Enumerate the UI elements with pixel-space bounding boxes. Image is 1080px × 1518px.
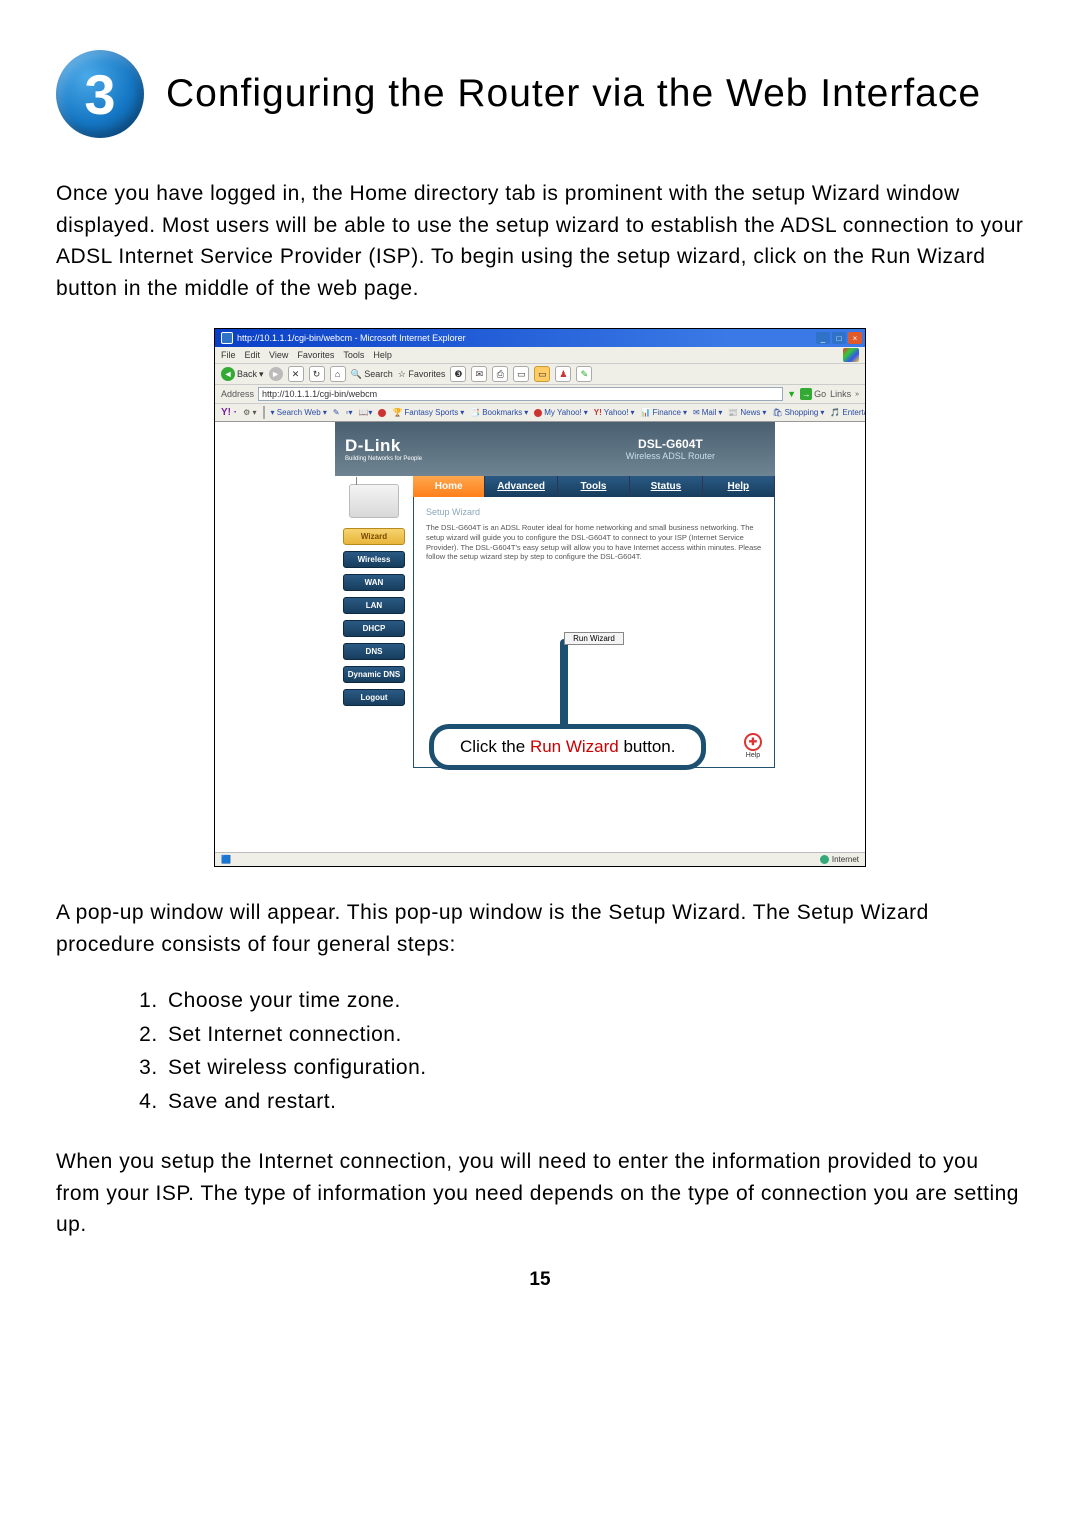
sidebar-item-wan[interactable]: WAN bbox=[343, 574, 405, 591]
after-screenshot-paragraph: A pop-up window will appear. This pop-up… bbox=[56, 897, 1024, 960]
wizard-title: Setup Wizard bbox=[426, 507, 762, 517]
help-link[interactable]: ✚ Help bbox=[744, 733, 762, 759]
ie-menubar: File Edit View Favorites Tools Help bbox=[215, 347, 865, 364]
status-left: 🟦 bbox=[221, 855, 231, 864]
heading-text: Configuring the Router via the Web Inter… bbox=[166, 71, 981, 118]
search-button[interactable]: 🔍 Search bbox=[351, 369, 393, 380]
yahoo-pencil-icon[interactable]: ✎ bbox=[333, 408, 340, 417]
step-2: Set Internet connection. bbox=[164, 1018, 1024, 1052]
browser-screenshot: http://10.1.1.1/cgi-bin/webcm - Microsof… bbox=[214, 328, 866, 867]
favorites-button[interactable]: ☆ Favorites bbox=[398, 369, 446, 380]
page-number: 15 bbox=[56, 1269, 1024, 1291]
tab-advanced[interactable]: Advanced bbox=[485, 476, 557, 497]
callout-connector bbox=[560, 639, 568, 729]
device-image-icon bbox=[349, 484, 399, 518]
sidebar-item-dns[interactable]: DNS bbox=[343, 643, 405, 660]
edit-icon[interactable]: ▭ bbox=[513, 366, 529, 382]
yahoo-search-button[interactable]: ▾ Search Web ▾ bbox=[271, 408, 327, 417]
router-model: DSL-G604T Wireless ADSL Router bbox=[626, 437, 715, 461]
step-number-badge: 3 bbox=[56, 50, 144, 138]
callout-box: Click the Run Wizard button. bbox=[429, 724, 706, 770]
close-button[interactable]: × bbox=[848, 332, 862, 344]
go-button[interactable]: →Go bbox=[800, 388, 826, 400]
run-wizard-button[interactable]: Run Wizard bbox=[564, 632, 624, 645]
messenger-icon[interactable]: ♟ bbox=[555, 366, 571, 382]
ie-titlebar: http://10.1.1.1/cgi-bin/webcm - Microsof… bbox=[215, 329, 865, 347]
sidebar-item-dhcp[interactable]: DHCP bbox=[343, 620, 405, 637]
section-heading: 3 Configuring the Router via the Web Int… bbox=[56, 50, 1024, 138]
windows-logo-icon bbox=[843, 348, 859, 362]
yahoo-toolbar: Y! · ⚙ ▾ ▾ Search Web ▾ ✎ ▫▾ 📖▾ 🏆 Fantas… bbox=[215, 404, 865, 422]
status-zone: Internet bbox=[820, 855, 859, 864]
maximize-button[interactable]: □ bbox=[832, 332, 846, 344]
router-header: D-Link Building Networks for People DSL-… bbox=[335, 422, 775, 476]
menu-view[interactable]: View bbox=[269, 350, 288, 360]
step-4: Save and restart. bbox=[164, 1085, 1024, 1119]
discuss-icon[interactable]: ▭ bbox=[534, 366, 550, 382]
router-sidebar: Wizard Wireless WAN LAN DHCP DNS Dynamic… bbox=[335, 476, 413, 768]
step-3: Set wireless configuration. bbox=[164, 1051, 1024, 1085]
wizard-description: The DSL-G604T is an ADSL Router ideal fo… bbox=[426, 523, 762, 562]
tab-status[interactable]: Status bbox=[630, 476, 702, 497]
yahoo-item-shopping[interactable]: 🛍 Shopping ▾ bbox=[772, 408, 824, 417]
ie-address-bar: Address http://10.1.1.1/cgi-bin/webcm ▼ … bbox=[215, 385, 865, 404]
yahoo-item-bookmarks[interactable]: 📑 Bookmarks ▾ bbox=[470, 408, 528, 417]
extra-icon[interactable]: ✎ bbox=[576, 366, 592, 382]
sidebar-item-wizard[interactable]: Wizard bbox=[343, 528, 405, 545]
stop-icon[interactable]: ✕ bbox=[288, 366, 304, 382]
tab-home[interactable]: Home bbox=[413, 476, 485, 497]
globe-icon bbox=[820, 855, 829, 864]
sidebar-item-logout[interactable]: Logout bbox=[343, 689, 405, 706]
minimize-button[interactable]: _ bbox=[816, 332, 830, 344]
home-icon[interactable]: ⌂ bbox=[330, 366, 346, 382]
tab-tools[interactable]: Tools bbox=[558, 476, 630, 497]
yahoo-search-input[interactable] bbox=[263, 406, 265, 419]
yahoo-item-entertainment[interactable]: 🎵 Entertainment ▾ bbox=[830, 408, 865, 417]
intro-paragraph: Once you have logged in, the Home direct… bbox=[56, 178, 1024, 304]
print-icon[interactable]: ⎙ bbox=[492, 366, 508, 382]
mail-icon[interactable]: ✉ bbox=[471, 366, 487, 382]
yahoo-item-news[interactable]: 📰 News ▾ bbox=[728, 408, 766, 417]
window-title: http://10.1.1.1/cgi-bin/webcm - Microsof… bbox=[237, 333, 466, 343]
wizard-steps-list: Choose your time zone. Set Internet conn… bbox=[56, 984, 1024, 1118]
yahoo-item-fantasy[interactable]: 🏆 Fantasy Sports ▾ bbox=[392, 408, 464, 417]
yahoo-item-yahoo[interactable]: Y! Yahoo! ▾ bbox=[594, 408, 635, 417]
tab-help[interactable]: Help bbox=[703, 476, 775, 497]
history-icon[interactable]: ❸ bbox=[450, 366, 466, 382]
ie-statusbar: 🟦 Internet bbox=[215, 852, 865, 866]
yahoo-item-mail[interactable]: ✉ Mail ▾ bbox=[693, 408, 722, 417]
menu-file[interactable]: File bbox=[221, 350, 236, 360]
help-icon: ✚ bbox=[744, 733, 762, 751]
ie-toolbar: ◄Back ▾ ► ✕ ↻ ⌂ 🔍 Search ☆ Favorites ❸ ✉… bbox=[215, 364, 865, 385]
yahoo-logo-icon[interactable]: Y! · bbox=[221, 407, 237, 418]
menu-tools[interactable]: Tools bbox=[343, 350, 364, 360]
sidebar-item-lan[interactable]: LAN bbox=[343, 597, 405, 614]
step-1: Choose your time zone. bbox=[164, 984, 1024, 1018]
router-tabs: Home Advanced Tools Status Help bbox=[413, 476, 775, 497]
address-label: Address bbox=[221, 389, 254, 399]
menu-edit[interactable]: Edit bbox=[245, 350, 261, 360]
sidebar-item-dyndns[interactable]: Dynamic DNS bbox=[343, 666, 405, 683]
menu-help[interactable]: Help bbox=[373, 350, 392, 360]
yahoo-item-myyahoo[interactable]: My Yahoo! ▾ bbox=[534, 408, 588, 417]
back-button[interactable]: ◄Back ▾ bbox=[221, 367, 264, 381]
sidebar-item-wireless[interactable]: Wireless bbox=[343, 551, 405, 568]
links-label[interactable]: Links bbox=[830, 389, 851, 399]
dlink-logo: D-Link Building Networks for People bbox=[345, 436, 422, 462]
refresh-icon[interactable]: ↻ bbox=[309, 366, 325, 382]
yahoo-item-finance[interactable]: 📊 Finance ▾ bbox=[641, 408, 687, 417]
forward-button[interactable]: ► bbox=[269, 367, 283, 381]
menu-favorites[interactable]: Favorites bbox=[297, 350, 334, 360]
ie-icon bbox=[221, 332, 233, 344]
closing-paragraph: When you setup the Internet connection, … bbox=[56, 1146, 1024, 1241]
address-input[interactable]: http://10.1.1.1/cgi-bin/webcm bbox=[258, 387, 783, 401]
